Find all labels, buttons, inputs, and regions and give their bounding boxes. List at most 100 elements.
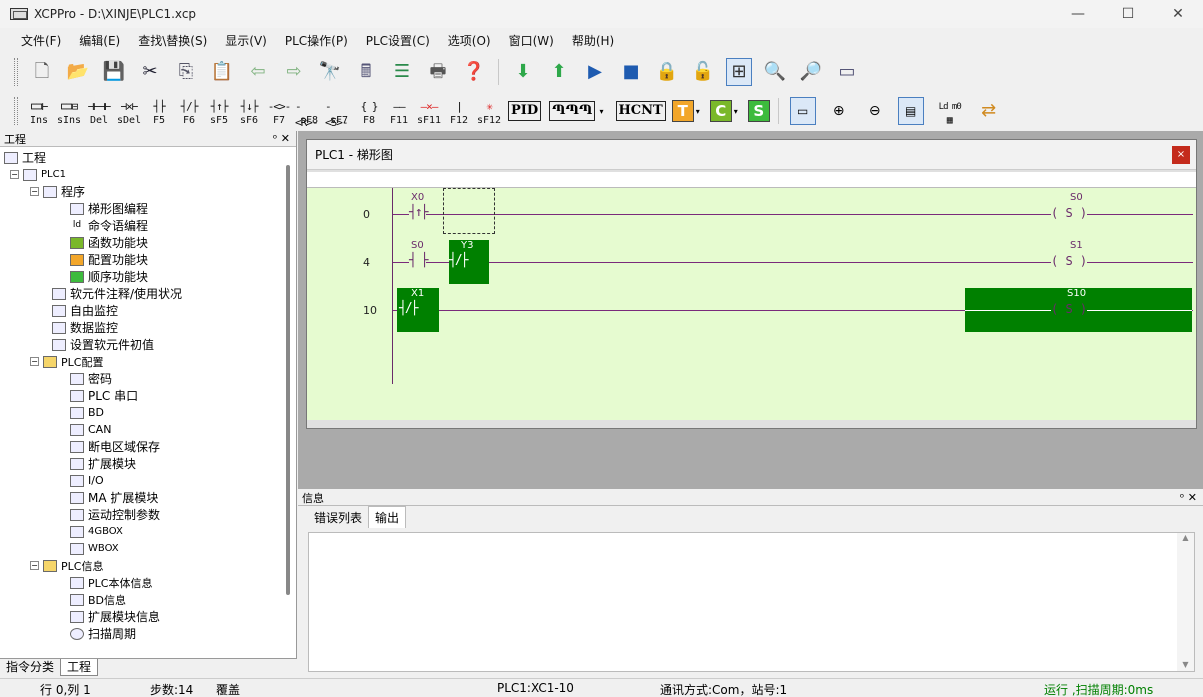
unlock-icon[interactable]: 🔓 xyxy=(690,58,716,86)
tree-item-instruction[interactable]: ld 命令语编程 xyxy=(70,217,148,234)
tab-error-list[interactable]: 错误列表 xyxy=(308,507,368,528)
set-coil[interactable]: ( S ) xyxy=(1051,206,1088,220)
tree-item-project[interactable]: 工程 xyxy=(4,149,46,166)
tree-item-password[interactable]: 密码 xyxy=(70,370,112,387)
instruction-button[interactable]: { } F8 xyxy=(355,95,383,127)
counter-button[interactable]: C xyxy=(709,100,732,122)
chevron-down-icon[interactable]: ▾ xyxy=(599,107,603,116)
rising-edge-button[interactable]: ┤↑├ sF5 xyxy=(205,95,233,127)
calc-icon[interactable]: 🖩 xyxy=(353,58,379,86)
timer-button[interactable]: T xyxy=(671,100,694,122)
tree-item-bd[interactable]: BD xyxy=(70,404,104,421)
menu-options[interactable]: 选项(O) xyxy=(439,32,500,49)
menu-help[interactable]: 帮助(H) xyxy=(563,32,623,49)
tree-item-sequence-block[interactable]: 顺序功能块 xyxy=(70,268,148,285)
serial-port-icon[interactable]: ▭ xyxy=(834,58,860,86)
tree-item-power-save[interactable]: 断电区域保存 xyxy=(70,438,160,455)
download-icon[interactable]: ⬇ xyxy=(510,58,536,86)
output-area[interactable]: ▲ ▼ xyxy=(308,532,1195,672)
tree-item-bd-info[interactable]: BD信息 xyxy=(70,591,126,608)
ld-m0-button[interactable]: Ld m0 ▦ xyxy=(930,95,970,127)
coil-button[interactable]: -<>- F7 xyxy=(265,95,293,127)
vline-button[interactable]: | F12 xyxy=(445,95,473,127)
no-contact[interactable]: ┤ ├ xyxy=(409,253,429,268)
hcnt-button[interactable]: HCNT xyxy=(615,101,666,121)
tree-item-can[interactable]: CAN xyxy=(70,421,111,438)
ladder-close-button[interactable]: × xyxy=(1172,146,1190,164)
zoom-in-icon[interactable]: ⊕ xyxy=(826,97,852,125)
upload-icon[interactable]: ⬆ xyxy=(546,58,572,86)
active-contact-box[interactable]: X1 ┤/├ xyxy=(397,288,439,332)
tree-item-motion[interactable]: 运动控制参数 xyxy=(70,506,160,523)
tree-item-init-values[interactable]: 设置软元件初值 xyxy=(52,336,154,353)
menu-find-replace[interactable]: 查找\替换(S) xyxy=(129,32,216,49)
comment-toggle-icon[interactable]: ▭ xyxy=(789,97,816,125)
maximize-button[interactable]: ☐ xyxy=(1103,0,1153,28)
tree-item-plc-config[interactable]: − PLC配置 xyxy=(30,353,103,370)
tree-item-plc-info[interactable]: − PLC信息 xyxy=(30,557,103,574)
tree-item-free-monitor[interactable]: 自由监控 xyxy=(52,302,118,319)
insert-column-button[interactable]: ⊏⊐⊟ sIns xyxy=(55,95,83,127)
tree-item-ladder[interactable]: 梯形图编程 xyxy=(70,200,148,217)
close-button[interactable]: ✕ xyxy=(1153,0,1203,28)
pid-button[interactable]: PID xyxy=(508,101,542,121)
open-folder-icon[interactable]: 📂 xyxy=(65,58,91,86)
forward-arrow-icon[interactable]: ⇨ xyxy=(281,58,307,86)
paste-icon[interactable]: 📋 xyxy=(209,58,235,86)
rising-contact[interactable]: ┤↑├ xyxy=(409,205,429,220)
tree-item-ext-info[interactable]: 扩展模块信息 xyxy=(70,608,160,625)
hline-button[interactable]: —— F11 xyxy=(385,95,413,127)
tree-scrollbar[interactable] xyxy=(286,165,290,595)
tree-item-function-block[interactable]: 函数功能块 xyxy=(70,234,148,251)
tree-item-io[interactable]: I/O xyxy=(70,472,104,489)
tree-item-config-block[interactable]: 配置功能块 xyxy=(70,251,148,268)
convert-icon[interactable]: ⇄ xyxy=(976,97,1002,125)
delete-column-button[interactable]: ⊣×⊢ sDel xyxy=(115,95,143,127)
ladder-view-icon[interactable]: ⊞ xyxy=(726,58,752,86)
set-coil[interactable]: ( S ) xyxy=(1051,254,1088,268)
tree-item-4gbox[interactable]: 4GBOX xyxy=(70,523,123,540)
menu-window[interactable]: 窗口(W) xyxy=(500,32,563,49)
tab-output[interactable]: 输出 xyxy=(368,506,407,528)
chevron-down-icon[interactable]: ▾ xyxy=(734,107,738,116)
chevron-down-icon[interactable]: ▾ xyxy=(696,107,700,116)
cut-icon[interactable]: ✂ xyxy=(137,58,163,86)
lock-icon[interactable]: 🔒 xyxy=(654,58,680,86)
tree-item-plc-body-info[interactable]: PLC本体信息 xyxy=(70,574,152,591)
back-arrow-icon[interactable]: ⇦ xyxy=(245,58,271,86)
sfc-button[interactable]: S xyxy=(747,100,770,122)
toolbar-grip[interactable] xyxy=(14,58,18,86)
active-contact-box[interactable]: Y3 ┤/├ xyxy=(449,240,489,284)
copy-icon[interactable]: ⎘ xyxy=(173,58,199,86)
menu-file[interactable]: 文件(F) xyxy=(12,32,70,49)
menu-plc-operation[interactable]: PLC操作(P) xyxy=(276,32,357,49)
save-icon[interactable]: 💾 xyxy=(101,58,127,86)
list-icon[interactable]: ☰ xyxy=(389,58,415,86)
pulse-button[interactable]: ՊՊՊ xyxy=(549,101,596,121)
print-icon[interactable]: 🖶 xyxy=(425,58,451,86)
menu-edit[interactable]: 编辑(E) xyxy=(70,32,129,49)
set-coil-button[interactable]: -<S>- sF7 xyxy=(325,95,353,129)
ladder-editor[interactable]: 0 X0 ┤↑├ S0 ( S ) 4 S0 ┤ ├ Y3 ┤/├ S1 ( S… xyxy=(307,188,1196,420)
tree-item-serial[interactable]: PLC 串口 xyxy=(70,387,138,404)
tab-instruction-category[interactable]: 指令分类 xyxy=(0,659,60,676)
tree-item-extension[interactable]: 扩展模块 xyxy=(70,455,136,472)
preview-icon[interactable]: 🔎 xyxy=(798,58,824,86)
output-scrollbar[interactable]: ▲ ▼ xyxy=(1177,533,1194,671)
delete-hline-button[interactable]: —×— sF11 xyxy=(415,95,443,127)
tree-item-comments[interactable]: 软元件注释/使用状况 xyxy=(52,285,182,302)
minimize-button[interactable]: — xyxy=(1053,0,1103,28)
run-icon[interactable]: ▶ xyxy=(582,58,608,86)
new-file-icon[interactable]: 🗋 xyxy=(29,58,55,86)
zoom-doc-icon[interactable]: 🔍 xyxy=(762,58,788,86)
toolbar-grip[interactable] xyxy=(14,97,18,125)
reset-coil-button[interactable]: -<R>- sF8 xyxy=(295,95,323,129)
stop-icon[interactable]: ■ xyxy=(618,58,644,86)
nc-contact-button[interactable]: ┤/├ F6 xyxy=(175,95,203,127)
falling-edge-button[interactable]: ┤↓├ sF6 xyxy=(235,95,263,127)
no-contact-button[interactable]: ┤├ F5 xyxy=(145,95,173,127)
tree-item-program[interactable]: − 程序 xyxy=(30,183,85,200)
tab-project[interactable]: 工程 xyxy=(60,659,99,676)
tree-item-plc1[interactable]: − PLC1 xyxy=(10,166,66,183)
delete-vline-button[interactable]: ✳ sF12 xyxy=(475,95,503,127)
